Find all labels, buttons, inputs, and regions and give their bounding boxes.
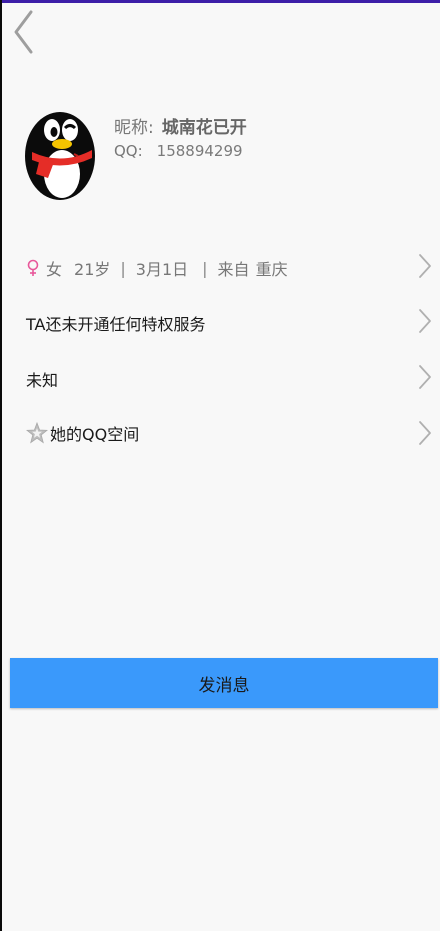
qq-label: QQ: (114, 142, 143, 160)
qzone-line: 她的QQ空间 (26, 421, 139, 445)
info-divider: | (202, 258, 208, 278)
top-accent-bar (2, 0, 440, 3)
from-label: 来自 (217, 260, 250, 279)
chevron-right-icon (419, 365, 431, 389)
location-text: 重庆 (255, 260, 288, 279)
profile-screen: 昵称: 城南花已开 QQ: 158894299 女 21岁 | 3月1日 | 来自 … (0, 0, 440, 931)
privilege-row[interactable]: TA还未开通任何特权服务 (4, 295, 440, 347)
info-divider: | (120, 258, 126, 278)
qzone-text: 她的QQ空间 (50, 425, 140, 444)
chevron-right-icon (419, 254, 431, 278)
chevron-right-icon (419, 421, 431, 445)
qq-number-value: 158894299 (156, 142, 243, 160)
unknown-row[interactable]: 未知 (4, 351, 440, 403)
nickname-row: 昵称: 城南花已开 (114, 113, 247, 138)
nickname-label: 昵称: (114, 118, 154, 138)
back-button[interactable] (11, 8, 41, 56)
avatar[interactable] (24, 106, 96, 200)
gender-text: 女 (46, 260, 63, 279)
basic-info-line: 女 21岁 | 3月1日 | 来自 重庆 (26, 256, 288, 280)
qq-number-row: QQ: 158894299 (114, 142, 243, 160)
nickname-value: 城南花已开 (161, 118, 247, 138)
qq-penguin-icon (25, 112, 95, 200)
unknown-text: 未知 (26, 371, 59, 390)
qzone-row[interactable]: 她的QQ空间 (4, 407, 440, 459)
female-icon (27, 259, 39, 276)
chevron-right-icon (419, 309, 431, 333)
privilege-text: TA还未开通任何特权服务 (26, 315, 206, 334)
send-message-button[interactable]: 发消息 (10, 658, 438, 708)
basic-info-row[interactable]: 女 21岁 | 3月1日 | 来自 重庆 (4, 240, 440, 292)
chevron-left-icon (14, 10, 33, 54)
star-icon (26, 422, 48, 444)
birthday-text: 3月1日 (135, 260, 189, 279)
age-text: 21岁 (74, 260, 111, 279)
